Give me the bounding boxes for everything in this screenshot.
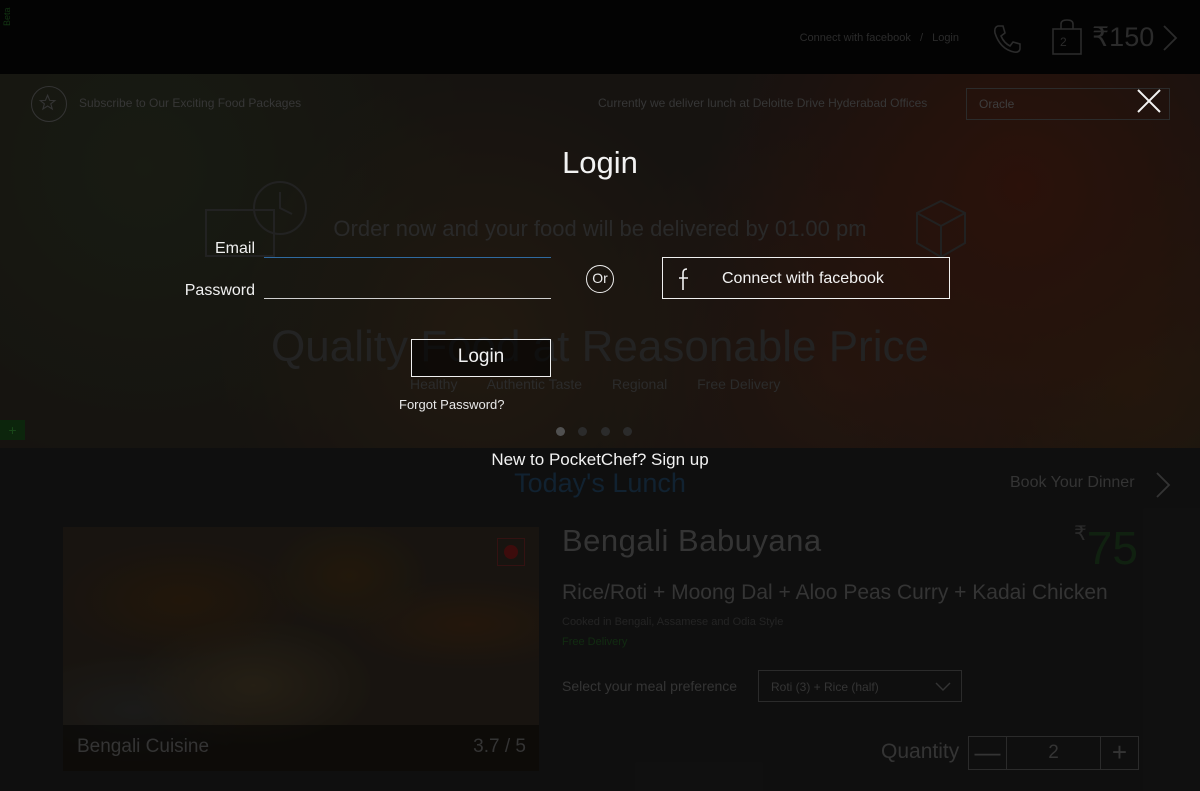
page: Beta Connect with facebook / Login 2 ₹15… xyxy=(0,0,1200,791)
login-button[interactable]: Login xyxy=(411,339,551,377)
forgot-password-link[interactable]: Forgot Password? xyxy=(399,397,505,412)
modal-title: Login xyxy=(562,145,638,180)
password-label: Password xyxy=(184,282,255,299)
login-modal-overlay: Login Email Password Or Connect with fac… xyxy=(0,0,1200,791)
facebook-icon xyxy=(679,268,688,290)
email-label: Email xyxy=(214,240,255,257)
password-field[interactable] xyxy=(264,277,551,299)
email-field[interactable] xyxy=(264,236,551,258)
signup-link[interactable]: New to PocketChef? Sign up xyxy=(0,450,1200,470)
or-divider: Or xyxy=(586,265,614,293)
connect-facebook-button[interactable]: Connect with facebook xyxy=(662,257,950,299)
close-icon[interactable] xyxy=(1134,86,1164,116)
connect-facebook-label: Connect with facebook xyxy=(722,270,884,287)
